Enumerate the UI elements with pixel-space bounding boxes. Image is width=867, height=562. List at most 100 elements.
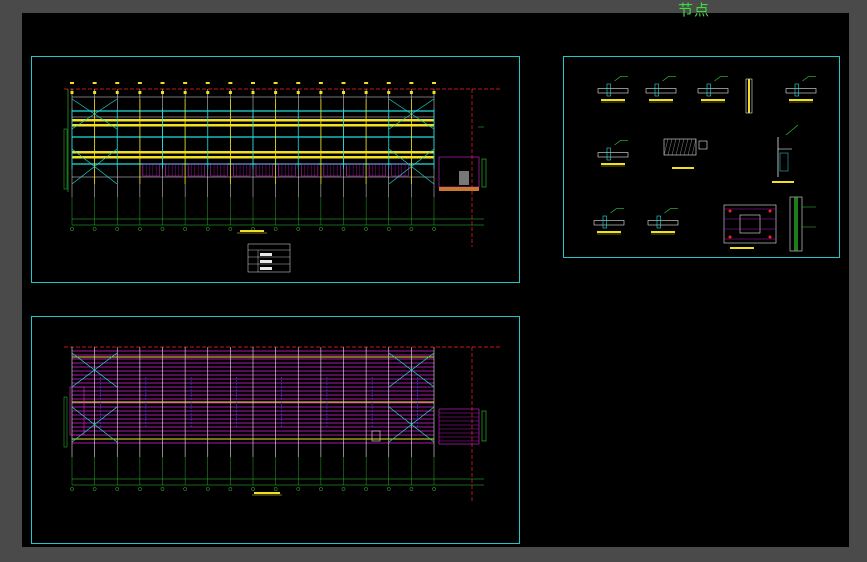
axis-bubble — [296, 487, 301, 491]
detail-beam — [785, 88, 817, 94]
column-detail-web — [748, 79, 750, 113]
detail-beam — [597, 88, 629, 94]
column-marker — [342, 91, 345, 94]
column-marker — [432, 91, 436, 94]
detail-beam — [697, 88, 729, 94]
detail-caption — [651, 231, 675, 233]
detail-beam — [593, 220, 625, 226]
legend-text — [260, 267, 272, 270]
detail-leader — [785, 124, 799, 136]
axis-bubble — [138, 227, 142, 231]
column-marker — [387, 91, 391, 94]
footing-hatch — [671, 138, 677, 156]
footing-detail — [663, 138, 697, 156]
grid-label — [341, 82, 346, 84]
detail-leader — [802, 76, 809, 82]
left-dim-box — [63, 128, 68, 190]
detail-caption — [730, 247, 754, 249]
axis-bubble — [432, 487, 436, 491]
axis-bubble — [341, 487, 346, 491]
detail-plate — [606, 83, 611, 97]
bay-hatch — [346, 163, 364, 177]
axis-bubble — [273, 227, 278, 231]
anchor-bolt — [768, 235, 772, 239]
details-frame — [563, 56, 840, 258]
bay-hatch — [278, 163, 296, 177]
column-marker — [115, 91, 119, 94]
detail-leader — [664, 208, 671, 214]
bay-hatch — [368, 163, 386, 177]
detail-caption — [772, 181, 794, 183]
detail-caption — [649, 99, 673, 101]
plan-caption — [240, 230, 264, 232]
annex-dim — [481, 158, 487, 188]
detail-leader — [662, 76, 669, 82]
axis-bubble — [70, 487, 74, 491]
detail-beam — [645, 88, 677, 94]
column-marker — [409, 91, 413, 94]
detail-plate — [794, 83, 799, 97]
base-plate-column — [739, 214, 761, 234]
grid-label — [432, 82, 436, 84]
axis-bubble — [364, 487, 368, 491]
axis-bubble — [205, 227, 210, 231]
grid-label — [296, 82, 301, 84]
plan-frame-lower — [31, 316, 520, 544]
column-marker — [206, 91, 210, 94]
axis-bubble — [432, 227, 436, 231]
grid-label — [386, 82, 391, 84]
axis-bubble — [228, 487, 233, 491]
column-marker — [93, 91, 97, 94]
detail-leader — [610, 208, 617, 214]
axis-bubble — [341, 227, 346, 231]
legend-text — [260, 260, 272, 263]
bracket-plate — [779, 152, 789, 172]
detail-leader — [614, 76, 621, 82]
footing-hatch — [667, 138, 673, 156]
detail-plate — [606, 147, 611, 161]
section-core — [794, 197, 798, 251]
axis-bubble — [160, 227, 165, 231]
axis-bubble — [386, 487, 391, 491]
axis-bubble — [409, 227, 414, 231]
column-marker — [70, 91, 74, 94]
annex-dim — [481, 410, 487, 442]
lower-plan-drawing — [63, 346, 502, 502]
left-dim-box — [63, 396, 68, 448]
anchor-bolt — [728, 235, 732, 239]
grid-label — [160, 82, 165, 84]
footing-hatch — [683, 138, 689, 156]
grid-label — [92, 82, 97, 84]
plan-caption — [254, 492, 280, 494]
axis-bubble — [319, 487, 323, 491]
axis-bubble — [364, 227, 368, 231]
grid-label — [228, 82, 233, 84]
bay-hatch — [210, 163, 228, 177]
detail-beam — [647, 220, 679, 226]
detail-caption — [601, 99, 625, 101]
axis-bubble — [228, 227, 233, 231]
axis-bubble — [183, 487, 187, 491]
plan-frame-upper — [31, 56, 520, 283]
grid-label — [273, 82, 278, 84]
details-drawing — [593, 76, 817, 252]
anchor-bolt — [728, 209, 732, 213]
upper-plan-drawing — [63, 82, 502, 273]
detail-plate — [706, 83, 711, 97]
footing-hatch — [691, 138, 697, 156]
bay-hatch — [301, 163, 319, 177]
axis-bubble — [205, 487, 210, 491]
column-marker — [319, 91, 323, 94]
column-marker — [183, 91, 187, 94]
detail-plate — [656, 215, 661, 229]
footing-hatch — [679, 138, 685, 156]
annex-stair — [459, 171, 469, 185]
drawing-sheet: 节点 — [22, 1, 849, 547]
grid-label — [70, 82, 74, 84]
sheet-title: 节点 — [678, 1, 711, 19]
grid-label — [364, 82, 369, 84]
grid-label — [409, 82, 414, 84]
axis-bubble — [138, 487, 142, 491]
legend-text — [260, 253, 272, 256]
axis-bubble — [251, 487, 255, 491]
